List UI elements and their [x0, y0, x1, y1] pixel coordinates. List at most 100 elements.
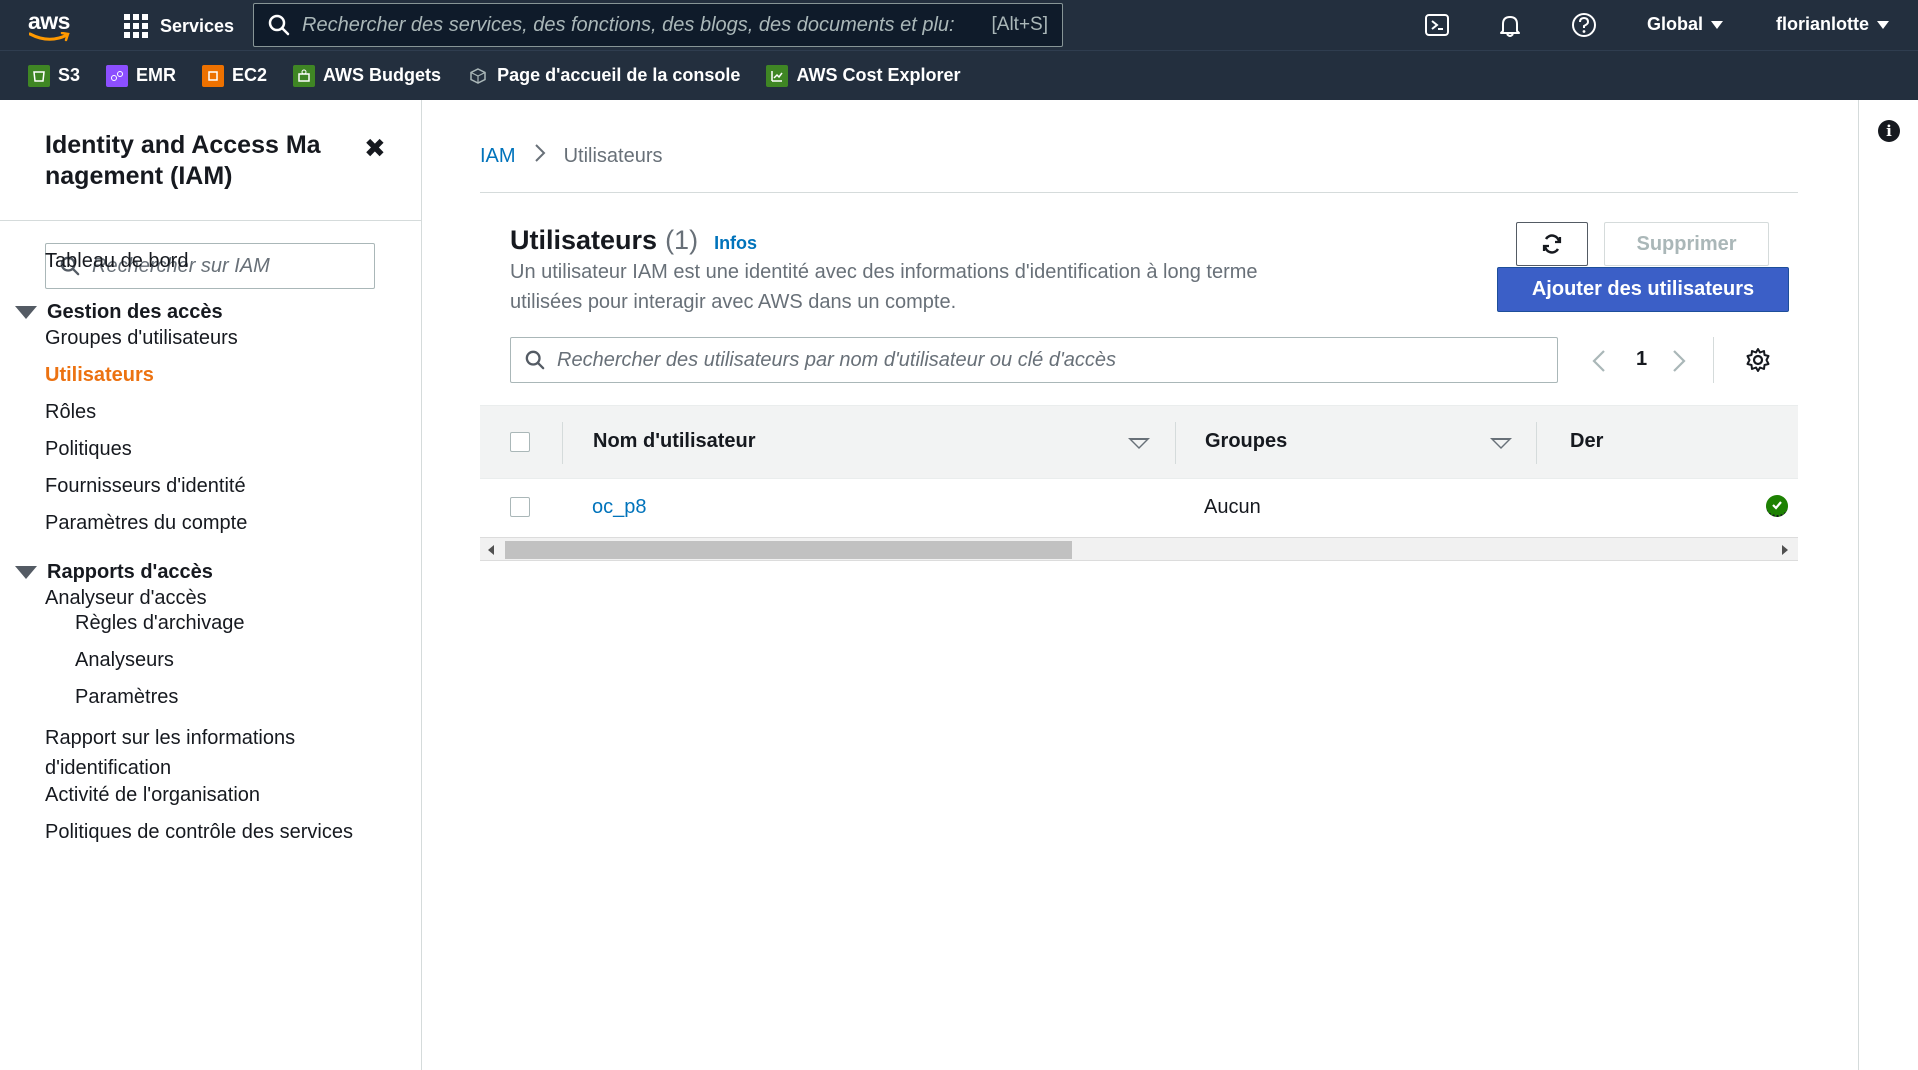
favorite-console-home[interactable]: Page d'accueil de la console: [467, 65, 740, 87]
pagination-current-page[interactable]: 1: [1636, 348, 1647, 371]
sort-down-icon[interactable]: [1490, 438, 1512, 449]
caret-down-icon: [15, 306, 37, 319]
column-divider: [562, 422, 563, 464]
sidebar-section-label: Gestion des accès: [47, 301, 223, 323]
delete-button[interactable]: Supprimer: [1604, 222, 1769, 266]
gear-icon[interactable]: [1744, 346, 1772, 374]
search-icon: [268, 14, 290, 36]
horizontal-scrollbar[interactable]: [480, 537, 1798, 561]
sidebar-item-credential-report[interactable]: Rapport sur les informations d'identific…: [45, 723, 295, 783]
favorite-cost-explorer[interactable]: AWS Cost Explorer: [766, 64, 961, 87]
cube-icon: [467, 65, 489, 87]
aws-smile-icon: [29, 32, 70, 42]
select-all-checkbox[interactable]: [510, 432, 530, 452]
scroll-left-arrow-icon[interactable]: [488, 545, 494, 555]
global-search-input[interactable]: [302, 13, 992, 37]
table-row[interactable]: oc_p8 Aucun: [480, 479, 1798, 537]
column-divider: [1536, 422, 1537, 464]
aws-logo[interactable]: aws: [28, 8, 74, 42]
sidebar-item-identity-providers[interactable]: Fournisseurs d'identité: [45, 475, 246, 498]
breadcrumb-iam-link[interactable]: IAM: [480, 145, 516, 168]
region-label: Global: [1647, 14, 1704, 34]
top-navigation-bar: aws Services [Alt+S] Global: [0, 0, 1918, 50]
cost-explorer-service-icon: [766, 64, 789, 87]
favorites-bar: S3 EMR EC2 AWS Budgets Page d'accueil de…: [0, 50, 1918, 100]
sidebar-item-analyzer-settings[interactable]: Paramètres: [75, 686, 178, 709]
sort-down-icon[interactable]: [1128, 438, 1150, 449]
caret-down-icon: [15, 566, 37, 579]
sidebar-item-service-control-policies[interactable]: Politiques de contrôle des services: [45, 821, 353, 844]
sidebar-item-access-analyzer[interactable]: Analyseur d'accès: [45, 587, 207, 610]
favorite-aws-budgets[interactable]: AWS Budgets: [293, 64, 441, 87]
scroll-right-arrow-icon[interactable]: [1782, 545, 1788, 555]
account-username: florianlotte: [1776, 14, 1869, 34]
add-users-button[interactable]: Ajouter des utilisateurs: [1497, 267, 1789, 312]
breadcrumb-current: Utilisateurs: [563, 144, 663, 167]
row-checkbox[interactable]: [510, 497, 530, 517]
refresh-button[interactable]: [1516, 222, 1588, 266]
sidebar-item-policies[interactable]: Politiques: [45, 438, 132, 461]
ec2-service-icon: [202, 64, 225, 87]
column-header-username[interactable]: Nom d'utilisateur: [593, 430, 756, 453]
table-header: Nom d'utilisateur Groupes Der: [480, 405, 1798, 479]
users-search-box[interactable]: [510, 337, 1558, 383]
favorite-label: S3: [58, 65, 81, 85]
favorite-label: EC2: [232, 65, 268, 85]
budgets-service-icon: [293, 64, 316, 87]
description-line: Un utilisateur IAM est une identité avec…: [510, 261, 1258, 283]
sidebar-item-organization-activity[interactable]: Activité de l'organisation: [45, 784, 260, 807]
sidebar-section-access-reports[interactable]: Rapports d'accès: [15, 561, 213, 584]
sidebar-item-label-line: Rapport sur les informations: [45, 727, 296, 749]
services-menu-button[interactable]: Services: [124, 14, 234, 38]
sidebar-item-users[interactable]: Utilisateurs: [45, 364, 154, 387]
breadcrumb: IAM Utilisateurs: [480, 143, 662, 169]
search-icon: [525, 350, 545, 370]
services-label: Services: [160, 15, 235, 36]
grid-icon: [124, 14, 148, 38]
users-count: (1): [665, 225, 699, 255]
account-menu[interactable]: florianlotte: [1776, 14, 1889, 35]
favorite-emr[interactable]: EMR: [106, 64, 176, 87]
favorite-s3[interactable]: S3: [28, 64, 81, 87]
chevron-right-icon[interactable]: [1672, 349, 1686, 373]
sidebar-item-roles[interactable]: Rôles: [45, 401, 96, 424]
page-title: Utilisateurs: [510, 225, 658, 255]
region-selector[interactable]: Global: [1647, 14, 1724, 35]
chevron-down-icon: [1877, 20, 1889, 29]
bell-icon[interactable]: [1497, 12, 1523, 38]
panel-description: Un utilisateur IAM est une identité avec…: [510, 257, 1330, 317]
favorite-ec2[interactable]: EC2: [202, 64, 268, 87]
sidebar-item-account-settings[interactable]: Paramètres du compte: [45, 512, 247, 535]
sidebar-item-archive-rules[interactable]: Règles d'archivage: [75, 612, 244, 635]
info-icon[interactable]: i: [1878, 120, 1900, 142]
search-shortcut-hint: [Alt+S]: [991, 14, 1049, 35]
check-circle-icon: [1766, 495, 1788, 517]
sidebar-section-access-management[interactable]: Gestion des accès: [15, 301, 223, 324]
users-search-input[interactable]: [557, 348, 1547, 372]
description-line: utilisées pour interagir avec AWS dans u…: [510, 291, 957, 313]
sidebar-divider: [0, 220, 421, 221]
refresh-icon: [1542, 234, 1562, 254]
pagination-divider: [1713, 337, 1714, 383]
chevron-left-icon[interactable]: [1592, 349, 1606, 373]
global-search-box[interactable]: [Alt+S]: [253, 3, 1063, 47]
chevron-down-icon: [1711, 20, 1724, 29]
close-icon[interactable]: ✖: [364, 133, 386, 164]
column-header-last-activity[interactable]: Der: [1570, 430, 1603, 453]
sidebar-item-user-groups[interactable]: Groupes d'utilisateurs: [45, 327, 238, 350]
sidebar-item-label-line: d'identification: [45, 757, 172, 779]
users-panel: Utilisateurs (1) Infos Un utilisateur IA…: [480, 205, 1798, 565]
breadcrumb-divider: [480, 192, 1798, 193]
chevron-right-icon: [534, 143, 546, 169]
aws-logo-text: aws: [28, 8, 70, 34]
sidebar-item-analyzers[interactable]: Analyseurs: [75, 649, 174, 672]
help-icon[interactable]: [1571, 12, 1597, 38]
scrollbar-thumb[interactable]: [505, 541, 1072, 559]
info-link[interactable]: Infos: [714, 233, 757, 254]
sidebar-item-dashboard[interactable]: Tableau de bord: [45, 250, 188, 273]
tools-panel-rail: i: [1858, 100, 1918, 1070]
username-link[interactable]: oc_p8: [592, 496, 647, 519]
cloudshell-icon[interactable]: [1424, 12, 1450, 38]
column-header-groups[interactable]: Groupes: [1205, 430, 1287, 453]
favorite-label: AWS Cost Explorer: [796, 65, 961, 85]
